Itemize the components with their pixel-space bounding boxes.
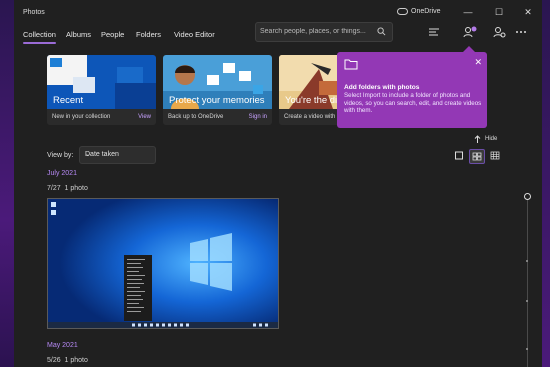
timeline-marker[interactable]: [526, 260, 528, 262]
close-window-button[interactable]: ✕: [517, 4, 539, 20]
date-header-0727: 7/27 1 photo: [47, 185, 88, 192]
sign-in-link[interactable]: Sign in: [249, 114, 267, 120]
tab-collection[interactable]: Collection: [23, 30, 56, 44]
minimize-button[interactable]: —: [457, 4, 479, 20]
search-input[interactable]: [260, 25, 372, 38]
size-large-icon: [490, 151, 500, 160]
size-medium-button[interactable]: [469, 149, 485, 164]
tab-folders[interactable]: Folders: [136, 30, 161, 39]
recent-card-title: Recent: [53, 95, 84, 106]
video-card-title: You're the dir: [285, 95, 341, 106]
filter-icon[interactable]: [426, 24, 442, 40]
timeline-scrollbar[interactable]: [527, 194, 528, 367]
teaching-tip-pointer: [463, 46, 475, 52]
people-sync-icon[interactable]: [491, 24, 507, 40]
timeline-scrollbar-thumb[interactable]: [524, 193, 531, 200]
import-icon[interactable]: [462, 24, 478, 40]
desktop-wallpaper-right: [542, 0, 550, 367]
teaching-tip: ✕ Add folders with photos Select Import …: [337, 46, 487, 128]
windows-desktop-screenshot: [48, 199, 278, 328]
size-large-button[interactable]: [488, 149, 502, 162]
date-label: 5/26: [47, 357, 61, 364]
view-by-select[interactable]: Date taken ⌄: [79, 146, 156, 164]
protect-memories-card[interactable]: Protect your memories Back up to OneDriv…: [163, 55, 272, 125]
collection-content: Recent New in your collection View Prote…: [14, 46, 542, 367]
photo-count: 1 photo: [64, 185, 88, 192]
more-icon[interactable]: [513, 24, 529, 40]
photo-thumbnail[interactable]: [47, 198, 279, 329]
view-by-label: View by:: [47, 152, 74, 159]
timeline-marker[interactable]: [526, 348, 528, 350]
recent-card[interactable]: Recent New in your collection View: [47, 55, 156, 125]
tab-albums[interactable]: Albums: [66, 30, 91, 39]
onedrive-status[interactable]: OneDrive: [397, 8, 441, 15]
chevron-down-icon: ⌄: [85, 151, 91, 158]
teaching-tip-body: Select Import to include a folder of pho…: [344, 92, 482, 115]
hide-label: Hide: [485, 136, 498, 142]
date-label: 7/27: [47, 185, 61, 192]
tab-video-editor[interactable]: Video Editor: [174, 30, 215, 39]
tab-people[interactable]: People: [101, 30, 124, 39]
folder-icon: [344, 59, 358, 70]
month-header-may[interactable]: May 2021: [47, 342, 78, 349]
date-header-0526: 5/26 1 photo: [47, 357, 88, 364]
size-medium-icon: [472, 152, 482, 161]
recent-card-desc: New in your collection: [52, 114, 111, 120]
timeline-marker[interactable]: [526, 300, 528, 302]
search-icon[interactable]: [377, 27, 386, 36]
app-title: Photos: [23, 9, 45, 16]
cloud-icon: [397, 8, 408, 15]
protect-card-desc: Back up to OneDrive: [168, 114, 224, 120]
teaching-tip-close-icon[interactable]: ✕: [474, 57, 482, 68]
hide-button[interactable]: Hide: [474, 135, 497, 143]
photo-count: 1 photo: [64, 357, 88, 364]
arrow-up-icon: [474, 135, 481, 143]
onedrive-label: OneDrive: [411, 8, 441, 15]
size-small-icon: [455, 151, 463, 160]
view-link[interactable]: View: [138, 114, 151, 120]
protect-card-title: Protect your memories: [169, 95, 265, 106]
video-card-desc: Create a video with: [284, 114, 336, 120]
teaching-tip-heading: Add folders with photos: [344, 84, 420, 91]
size-small-button[interactable]: [452, 149, 466, 162]
maximize-button[interactable]: ☐: [488, 4, 510, 20]
search-box[interactable]: [255, 22, 393, 42]
photos-window: Photos OneDrive — ☐ ✕ Collection Albums …: [14, 0, 542, 367]
month-header-july[interactable]: July 2021: [47, 170, 77, 177]
